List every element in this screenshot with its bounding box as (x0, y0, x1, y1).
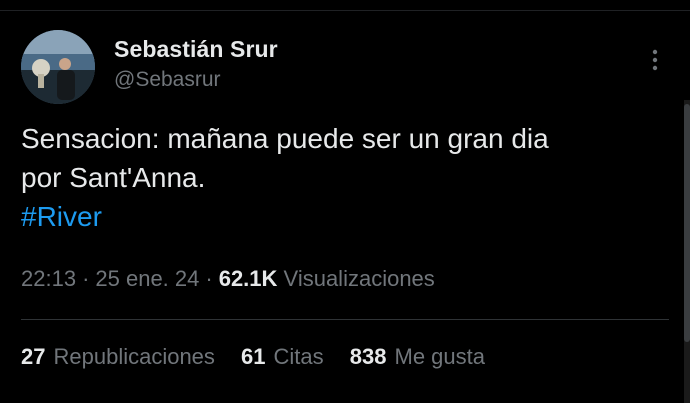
tweet-text-line: por Sant'Anna. (21, 162, 206, 193)
reposts-label: Republicaciones (53, 344, 215, 369)
quotes-count: 61 (241, 344, 266, 369)
hashtag-link[interactable]: #River (21, 197, 661, 236)
reposts-stat[interactable]: 27 Republicaciones (21, 344, 215, 369)
top-divider (0, 10, 690, 11)
likes-label: Me gusta (394, 344, 486, 369)
views-label[interactable]: Visualizaciones (284, 266, 435, 291)
likes-count: 838 (349, 344, 387, 369)
user-handle[interactable]: @Sebasrur (114, 68, 221, 92)
avatar[interactable] (21, 30, 95, 104)
likes-stat[interactable]: 838 Me gusta (350, 344, 485, 369)
engagement-stats: 27 Republicaciones 61 Citas 838 Me gusta (21, 344, 505, 370)
scrollbar-thumb[interactable] (684, 104, 690, 342)
tweet-metadata: 22:13 · 25 ene. 24 · 62.1K Visualizaciones (21, 266, 435, 292)
tweet-time[interactable]: 22:13 (21, 266, 76, 291)
views-count[interactable]: 62.1K (219, 266, 278, 291)
divider (21, 319, 669, 320)
reposts-count: 27 (21, 344, 46, 369)
tweet-text: Sensacion: mañana puede ser un gran dia … (21, 119, 661, 236)
quotes-stat[interactable]: 61 Citas (241, 344, 324, 369)
separator-dot: · (205, 266, 213, 291)
tweet-text-line: Sensacion: mañana puede ser un gran dia (21, 123, 549, 154)
separator-dot: · (82, 266, 90, 291)
avatar-photo (21, 30, 95, 104)
quotes-label: Citas (273, 344, 324, 369)
tweet-date[interactable]: 25 ene. 24 (95, 266, 199, 291)
more-options-button[interactable] (644, 46, 666, 74)
display-name[interactable]: Sebastián Srur (114, 36, 278, 63)
more-vertical-icon (652, 49, 658, 71)
